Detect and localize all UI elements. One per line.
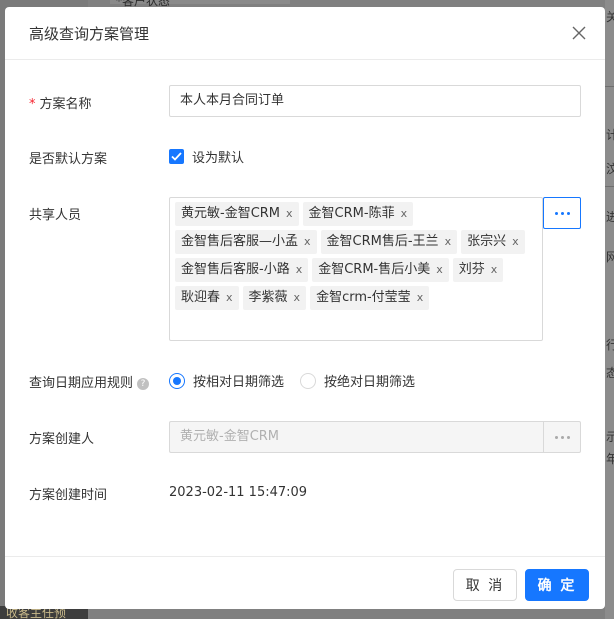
shared-user-tag-label: 金智crm-付莹莹 bbox=[316, 290, 411, 305]
remove-tag-icon[interactable]: x bbox=[445, 230, 452, 254]
dialog-header: 高级查询方案管理 bbox=[5, 7, 605, 60]
radio-button-checked[interactable] bbox=[169, 372, 185, 389]
confirm-button[interactable]: 确 定 bbox=[525, 569, 589, 601]
shared-user-tag: 黄元敏-金智CRM x bbox=[175, 202, 299, 226]
shared-user-tag: 耿迎春 x bbox=[175, 286, 239, 310]
radio-relative-date[interactable]: 按相对日期筛选 bbox=[169, 371, 284, 390]
remove-tag-icon[interactable]: x bbox=[491, 258, 498, 282]
remove-tag-icon[interactable]: x bbox=[512, 230, 519, 254]
date-rule-radio-group: 按相对日期筛选 按绝对日期筛选 bbox=[169, 371, 431, 390]
background-right-glyph: 关 bbox=[606, 10, 614, 24]
date-rule-label: 查询日期应用规则? bbox=[29, 372, 150, 391]
remove-tag-icon[interactable]: x bbox=[296, 258, 303, 282]
background-right-column bbox=[605, 0, 614, 619]
background-right-glyph: 行 bbox=[606, 338, 614, 352]
shared-user-tag-label: 耿迎春 bbox=[181, 290, 221, 305]
check-icon bbox=[171, 152, 182, 161]
shared-user-tag-label: 金智CRM-售后小美 bbox=[318, 262, 431, 277]
creator-label: 方案创建人 bbox=[29, 432, 95, 447]
dialog-title: 高级查询方案管理 bbox=[29, 25, 150, 43]
shared-user-tag: 金智售后客服—小孟 x bbox=[175, 230, 317, 254]
plan-name-label: * 方案名称 bbox=[29, 97, 92, 112]
plan-name-input[interactable]: 本人本月合同订单 bbox=[169, 85, 581, 117]
cancel-button[interactable]: 取 消 bbox=[453, 569, 517, 601]
shared-user-tag-label: 张宗兴 bbox=[467, 234, 507, 249]
shared-user-tag-label: 黄元敏-金智CRM bbox=[181, 206, 281, 221]
remove-tag-icon[interactable]: x bbox=[401, 202, 408, 226]
shared-user-tag-label: 刘芬 bbox=[458, 262, 485, 277]
remove-tag-icon[interactable]: x bbox=[286, 202, 293, 226]
set-default-label: 设为默认 bbox=[192, 151, 245, 166]
background-right-glyph: 示 bbox=[606, 430, 614, 444]
select-shared-users-button[interactable] bbox=[543, 197, 581, 229]
shared-user-tag: 李紫薇 x bbox=[242, 286, 307, 310]
is-default-label: 是否默认方案 bbox=[29, 152, 108, 167]
shared-user-tag: 金智CRM-售后小美 x bbox=[312, 258, 449, 282]
created-time-value: 2023-02-11 15:47:09 bbox=[169, 485, 308, 500]
background-right-divider bbox=[605, 86, 614, 87]
radio-label: 按相对日期筛选 bbox=[193, 375, 285, 390]
shared-user-tag: 张宗兴 x bbox=[461, 230, 525, 254]
help-icon[interactable]: ? bbox=[137, 377, 150, 390]
shared-users-label: 共享人员 bbox=[29, 208, 82, 223]
radio-button-unchecked[interactable] bbox=[300, 372, 317, 389]
shared-users-tag-box[interactable]: 黄元敏-金智CRM x 金智CRM-陈菲 x 金智售后客服—小孟 x 金智CRM售后-王兰 x… bbox=[169, 197, 543, 341]
created-time-label: 方案创建时间 bbox=[29, 488, 108, 503]
shared-user-tag-label: 金智售后客服-小路 bbox=[181, 262, 290, 277]
background-right-glyph: 计 bbox=[606, 128, 614, 142]
remove-tag-icon[interactable]: x bbox=[226, 286, 233, 310]
shared-user-tag: 刘芬 x bbox=[452, 258, 504, 282]
remove-tag-icon[interactable]: x bbox=[304, 230, 311, 254]
shared-user-tag-label: 李紫薇 bbox=[248, 290, 288, 305]
radio-label: 按绝对日期筛选 bbox=[324, 375, 416, 390]
dialog-footer: 取 消 确 定 bbox=[5, 556, 605, 609]
remove-tag-icon[interactable]: x bbox=[294, 286, 301, 310]
close-button[interactable] bbox=[567, 21, 591, 45]
shared-user-tag-label: 金智售后客服—小孟 bbox=[181, 234, 299, 249]
required-mark: * bbox=[29, 97, 36, 112]
creator-select-button bbox=[543, 421, 581, 453]
shared-user-tag: 金智CRM-陈菲 x bbox=[302, 202, 414, 226]
remove-tag-icon[interactable]: x bbox=[436, 258, 443, 282]
more-icon bbox=[554, 211, 570, 215]
set-default-checkbox[interactable] bbox=[169, 149, 184, 164]
background-right-divider bbox=[605, 186, 614, 187]
shared-user-tag: 金智crm-付莹莹 x bbox=[310, 286, 430, 310]
background-right-glyph: 年 bbox=[606, 452, 614, 466]
more-icon bbox=[554, 435, 570, 439]
advanced-query-plan-dialog: 高级查询方案管理 * 方案名称 本人本月合同订单 是否默认方案 设为默认 共享人员… bbox=[5, 7, 605, 609]
remove-tag-icon[interactable]: x bbox=[417, 286, 424, 310]
background-right-glyph: 进 bbox=[606, 210, 614, 224]
shared-user-tag-label: 金智CRM-陈菲 bbox=[308, 206, 395, 221]
shared-user-tag-label: 金智CRM售后-王兰 bbox=[326, 234, 439, 249]
radio-absolute-date[interactable]: 按绝对日期筛选 bbox=[300, 371, 415, 390]
set-default-checkbox-group[interactable]: 设为默认 bbox=[169, 147, 244, 166]
close-icon bbox=[572, 26, 586, 40]
background-right-glyph: 网 bbox=[606, 250, 614, 264]
creator-input: 黄元敏-金智CRM bbox=[169, 421, 543, 453]
background-right-glyph: 态 bbox=[606, 366, 614, 380]
shared-user-tag: 金智CRM售后-王兰 x bbox=[320, 230, 458, 254]
background-right-glyph: 汶 bbox=[606, 162, 614, 176]
shared-user-tag: 金智售后客服-小路 x bbox=[175, 258, 309, 282]
